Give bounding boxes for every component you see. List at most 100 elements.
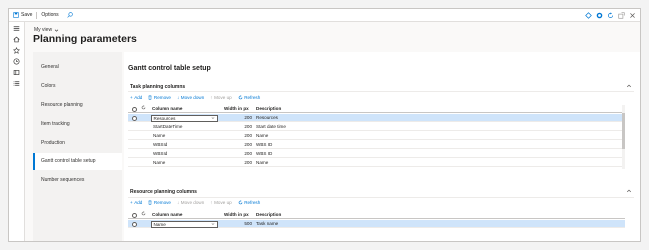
tab-gantt-control-table-setup[interactable]: Gantt control table setup: [33, 153, 122, 170]
task-columns-grid: Column name Width in px Description Reso…: [128, 105, 625, 177]
collapse-task-panel-icon[interactable]: [626, 83, 632, 91]
cell-width[interactable]: 200: [224, 150, 252, 158]
task-action-bar: + Add Remove ↓ Move down ↑ Move up Refre…: [130, 95, 260, 100]
task-refresh-button[interactable]: Refresh: [238, 95, 260, 100]
close-icon[interactable]: [629, 12, 636, 19]
cell-width[interactable]: 200: [224, 114, 252, 122]
grid-header: Column name Width in px Description: [128, 211, 625, 219]
tab-item-tracking[interactable]: Item tracking: [33, 116, 122, 133]
task-planning-title: Task planning columns: [130, 84, 186, 90]
tab-general[interactable]: General: [33, 59, 122, 76]
cell-name[interactable]: Name: [153, 159, 221, 167]
cell-width[interactable]: 200: [224, 141, 252, 149]
save-button[interactable]: Save: [9, 9, 36, 21]
chevron-down-icon: [211, 222, 215, 228]
table-row[interactable]: Name 500 Task name: [128, 220, 625, 228]
column-header-description[interactable]: Description: [256, 105, 316, 113]
grid-scrollbar[interactable]: [622, 105, 625, 169]
app-window: Save Options My view Planning parameters…: [8, 8, 641, 242]
column-name-dropdown[interactable]: Resources: [151, 114, 218, 122]
chevron-down-icon: [54, 28, 59, 33]
office-icon[interactable]: [596, 12, 603, 19]
list-icon[interactable]: [13, 80, 20, 87]
select-all-radio[interactable]: [132, 212, 137, 218]
cell-width[interactable]: 200: [224, 159, 252, 167]
resource-refresh-label: Refresh: [244, 200, 261, 205]
column-header-width[interactable]: Width in px: [224, 105, 254, 113]
task-remove-button[interactable]: Remove: [148, 95, 171, 100]
refresh-icon[interactable]: [607, 11, 614, 19]
table-row[interactable]: Resources 200 Resources: [128, 114, 622, 122]
resource-add-button[interactable]: + Add: [130, 200, 142, 205]
page-title: Planning parameters: [33, 33, 137, 45]
plus-icon: +: [130, 95, 133, 100]
column-header-width[interactable]: Width in px: [224, 211, 254, 219]
task-move-up-label: Move up: [214, 95, 232, 100]
clock-icon[interactable]: [13, 58, 20, 65]
task-move-up-button[interactable]: ↑ Move up: [210, 95, 231, 100]
resource-move-down-button[interactable]: ↓ Move down: [177, 200, 204, 205]
scrollbar-thumb[interactable]: [622, 113, 625, 149]
refresh-icon: [238, 200, 243, 205]
cell-name[interactable]: WBSId: [153, 150, 221, 158]
options-button[interactable]: Options: [37, 9, 62, 21]
content-pane: Gantt control table setup Task planning …: [124, 52, 640, 241]
column-name-dropdown[interactable]: Name: [151, 220, 218, 228]
tab-resource-planning[interactable]: Resource planning: [33, 97, 122, 114]
popout-icon[interactable]: [618, 11, 625, 19]
refresh-icon[interactable]: [141, 105, 147, 113]
resource-move-up-label: Move up: [214, 200, 232, 205]
cell-width[interactable]: 500: [224, 220, 252, 228]
grid-header: Column name Width in px Description: [128, 105, 625, 113]
section-title: Gantt control table setup: [128, 65, 211, 72]
tab-colors[interactable]: Colors: [33, 78, 122, 95]
cell-name: Name: [153, 221, 166, 227]
refresh-icon[interactable]: [141, 211, 147, 219]
cell-width[interactable]: 200: [224, 123, 252, 131]
plus-icon: +: [130, 200, 133, 205]
arrow-up-icon: ↑: [210, 95, 213, 100]
trash-icon: [148, 200, 152, 205]
divider: [128, 197, 634, 198]
task-add-button[interactable]: + Add: [130, 95, 142, 100]
hamburger-icon[interactable]: [13, 25, 20, 32]
cell-width[interactable]: 200: [224, 132, 252, 140]
table-row[interactable]: Name 200 Name: [128, 159, 622, 167]
select-all-radio[interactable]: [132, 106, 137, 112]
navigation-rail: [9, 22, 25, 241]
vertical-tabs: General Colors Resource planning Item tr…: [33, 52, 122, 241]
tab-number-sequences[interactable]: Number sequences: [33, 172, 122, 189]
resource-columns-grid: Column name Width in px Description Name…: [128, 211, 625, 233]
workspace-icon[interactable]: [13, 69, 20, 76]
cell-description: Name: [256, 133, 269, 138]
resource-refresh-button[interactable]: Refresh: [238, 200, 261, 205]
cell-name[interactable]: WBSId: [153, 141, 221, 149]
cell-name[interactable]: Name: [153, 132, 221, 140]
collapse-resource-panel-icon[interactable]: [626, 188, 632, 196]
cell-description: WBS ID: [256, 151, 273, 156]
tab-production[interactable]: Production: [33, 135, 122, 152]
home-icon[interactable]: [13, 36, 20, 43]
table-row[interactable]: StartDateTime 200 Start date time: [128, 123, 622, 131]
diamond-icon[interactable]: [585, 11, 592, 19]
row-select-radio[interactable]: [132, 115, 137, 121]
search-button[interactable]: [63, 9, 77, 21]
table-row[interactable]: WBSId 200 WBS ID: [128, 150, 622, 158]
search-icon: [67, 12, 73, 18]
star-icon[interactable]: [13, 47, 20, 54]
table-row[interactable]: Name 200 Name: [128, 132, 622, 140]
cell-description: Name: [256, 160, 269, 165]
column-header-name[interactable]: Column name: [152, 211, 222, 219]
resource-move-up-button[interactable]: ↑ Move up: [210, 200, 231, 205]
resource-remove-button[interactable]: Remove: [148, 200, 171, 205]
table-row[interactable]: WBSId 200 WBS ID: [128, 141, 622, 149]
task-move-down-button[interactable]: ↓ Move down: [177, 95, 204, 100]
resource-planning-title: Resource planning columns: [130, 189, 197, 195]
resource-move-down-label: Move down: [180, 200, 205, 205]
cell-name: Resources: [153, 115, 176, 121]
row-select-radio[interactable]: [132, 221, 137, 227]
cell-name[interactable]: StartDateTime: [153, 123, 221, 131]
column-header-description[interactable]: Description: [256, 211, 316, 219]
column-header-name[interactable]: Column name: [152, 105, 222, 113]
task-move-down-label: Move down: [180, 95, 205, 100]
